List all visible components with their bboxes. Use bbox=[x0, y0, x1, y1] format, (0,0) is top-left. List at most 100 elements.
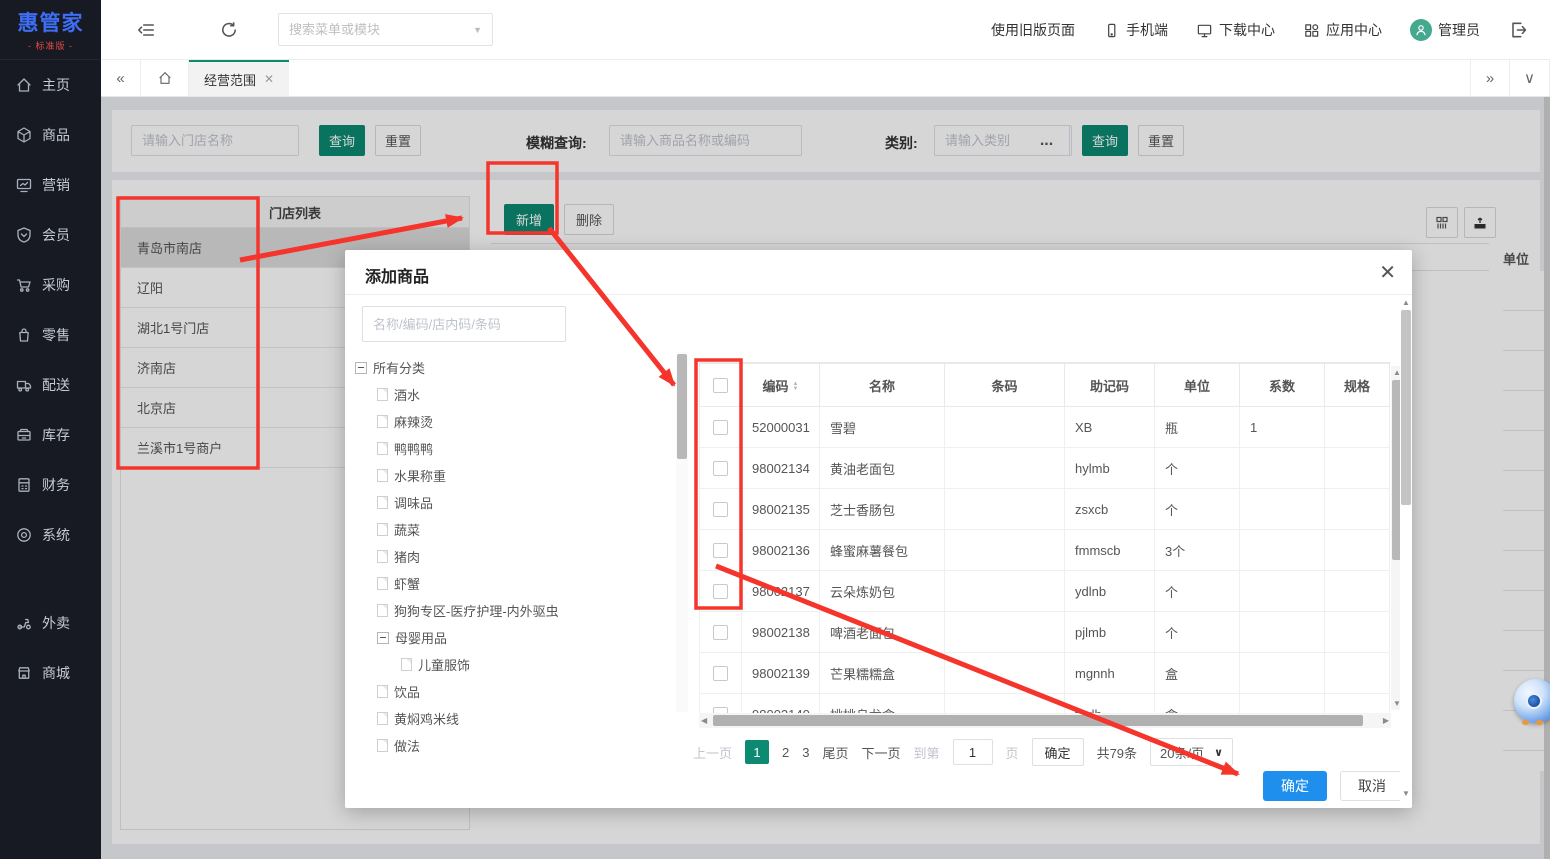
prev-page-button[interactable]: 上一页 bbox=[693, 743, 732, 762]
scrollbar-thumb[interactable] bbox=[1401, 310, 1411, 505]
goto-page-input[interactable] bbox=[952, 739, 993, 765]
page-size-select[interactable]: 20条/页 ∨ bbox=[1150, 738, 1234, 766]
row-checkbox[interactable] bbox=[713, 625, 728, 641]
tree-node[interactable]: 狗狗专区-医疗护理-内外驱虫 bbox=[355, 597, 675, 624]
scrollbar-thumb[interactable] bbox=[713, 715, 1363, 726]
product-table: 编码 ▲ ▼ 名称 条码 助记码 单位 系数 规格 52000031 雪碧 XB 瓶 1 bbox=[699, 363, 1390, 713]
tree-node[interactable]: 酒水 bbox=[355, 381, 675, 408]
product-search-box bbox=[362, 306, 566, 342]
tree-node-expandable[interactable]: 母婴用品 bbox=[355, 624, 675, 651]
row-checkbox[interactable] bbox=[713, 666, 728, 682]
app-center-link[interactable]: 应用中心 bbox=[1303, 20, 1382, 40]
sidebar-item-label: 会员 bbox=[42, 227, 70, 243]
row-checkbox[interactable] bbox=[713, 584, 728, 600]
menu-search-box[interactable]: ▼ bbox=[278, 13, 493, 46]
row-checkbox[interactable] bbox=[713, 461, 728, 477]
legacy-page-link[interactable]: 使用旧版页面 bbox=[991, 20, 1075, 40]
user-menu[interactable]: 管理员 bbox=[1410, 19, 1480, 41]
tab-business-scope[interactable]: 经营范围 ✕ bbox=[189, 60, 289, 96]
sidebar-item-retail[interactable]: 零售 bbox=[0, 310, 101, 360]
tree-node[interactable]: 猪肉 bbox=[355, 543, 675, 570]
product-row[interactable]: 52000031 雪碧 XB 瓶 1 bbox=[699, 406, 1390, 448]
product-row[interactable]: 98002137 云朵炼奶包 ydlnb 个 bbox=[699, 570, 1390, 612]
collapse-icon[interactable] bbox=[377, 631, 389, 644]
sort-icon[interactable]: ▲ ▼ bbox=[793, 381, 799, 392]
modal-cancel-button[interactable]: 取消 bbox=[1340, 771, 1404, 801]
mobile-link[interactable]: 手机端 bbox=[1103, 20, 1168, 40]
product-search-input[interactable] bbox=[362, 306, 566, 342]
tree-scrollbar[interactable] bbox=[676, 352, 688, 712]
sidebar-item-member[interactable]: 会员 bbox=[0, 210, 101, 260]
product-row[interactable]: 98002134 黄油老面包 hylmb 个 bbox=[699, 447, 1390, 489]
select-all-checkbox[interactable] bbox=[713, 378, 728, 394]
scroll-up-icon[interactable]: ▲ bbox=[1400, 298, 1412, 307]
sidebar-item-label: 商品 bbox=[42, 127, 70, 143]
tabs-scroll-right-icon[interactable]: » bbox=[1470, 60, 1510, 96]
col-header-code[interactable]: 编码 ▲ ▼ bbox=[741, 363, 820, 407]
scroll-left-icon[interactable]: ◀ bbox=[701, 716, 707, 725]
file-icon bbox=[377, 739, 388, 752]
sidebar-item-inventory[interactable]: 库存 bbox=[0, 410, 101, 460]
product-row[interactable]: 98002136 蜂蜜麻薯餐包 fmmscb 3个 bbox=[699, 529, 1390, 571]
collapse-icon[interactable] bbox=[355, 361, 367, 374]
last-page-button[interactable]: 尾页 bbox=[822, 743, 848, 762]
page-1-button[interactable]: 1 bbox=[745, 740, 770, 764]
tree-node[interactable]: 虾蟹 bbox=[355, 570, 675, 597]
product-row[interactable]: 98002135 芝士香肠包 zsxcb 个 bbox=[699, 488, 1390, 530]
download-center-link[interactable]: 下载中心 bbox=[1196, 20, 1275, 40]
tree-node-root[interactable]: 所有分类 bbox=[355, 354, 675, 381]
assistant-orb-widget[interactable] bbox=[1514, 679, 1550, 725]
tabs-scroll-left-icon[interactable]: « bbox=[101, 60, 141, 96]
sidebar-item-home[interactable]: 主页 bbox=[0, 60, 101, 110]
modal-ok-button[interactable]: 确定 bbox=[1263, 771, 1327, 801]
modal-scrollbar[interactable]: ▲ ▼ bbox=[1400, 296, 1412, 802]
modal-close-icon[interactable]: ✕ bbox=[1379, 260, 1396, 285]
col-header-name: 名称 bbox=[819, 363, 945, 407]
table-hscrollbar[interactable]: ◀ ▶ bbox=[699, 713, 1391, 728]
tab-home[interactable] bbox=[141, 60, 189, 96]
mobile-label: 手机端 bbox=[1126, 22, 1168, 38]
sidebar-item-finance[interactable]: 财务 bbox=[0, 460, 101, 510]
scrollbar-thumb[interactable] bbox=[677, 354, 687, 459]
sidebar-item-system[interactable]: 系统 bbox=[0, 510, 101, 560]
row-checkbox[interactable] bbox=[713, 502, 728, 518]
file-icon bbox=[377, 388, 388, 401]
tree-node[interactable]: 水果称重 bbox=[355, 462, 675, 489]
tree-node-child[interactable]: 儿童服饰 bbox=[355, 651, 675, 678]
sidebar-item-marketing[interactable]: 营销 bbox=[0, 160, 101, 210]
menu-search-input[interactable] bbox=[289, 22, 474, 37]
product-row[interactable]: 98002138 啤酒老面包 pjlmb 个 bbox=[699, 611, 1390, 653]
tree-node[interactable]: 鸭鸭鸭 bbox=[355, 435, 675, 462]
marketing-icon bbox=[16, 178, 32, 193]
refresh-icon[interactable] bbox=[219, 20, 239, 40]
tree-node[interactable]: 调味品 bbox=[355, 489, 675, 516]
scroll-right-icon[interactable]: ▶ bbox=[1383, 716, 1389, 725]
row-checkbox[interactable] bbox=[713, 420, 728, 436]
tree-node[interactable]: 蔬菜 bbox=[355, 516, 675, 543]
sidebar-item-goods[interactable]: 商品 bbox=[0, 110, 101, 160]
sidebar-item-takeout[interactable]: 外卖 bbox=[0, 598, 101, 648]
tree-node[interactable]: 做法 bbox=[355, 732, 675, 759]
goto-confirm-button[interactable]: 确定 bbox=[1031, 738, 1084, 766]
page-3-button[interactable]: 3 bbox=[802, 745, 809, 760]
sidebar-item-delivery[interactable]: 配送 bbox=[0, 360, 101, 410]
sidebar-item-purchase[interactable]: 采购 bbox=[0, 260, 101, 310]
sidebar-item-mall[interactable]: 商城 bbox=[0, 648, 101, 698]
page-2-button[interactable]: 2 bbox=[782, 745, 789, 760]
close-tab-icon[interactable]: ✕ bbox=[264, 72, 274, 86]
tree-node[interactable]: 黄焖鸡米线 bbox=[355, 705, 675, 732]
row-checkbox[interactable] bbox=[713, 543, 728, 559]
scroll-down-icon[interactable]: ▼ bbox=[1400, 789, 1412, 798]
tree-node[interactable]: 麻辣烫 bbox=[355, 408, 675, 435]
home-icon bbox=[158, 71, 171, 84]
product-row-clipped[interactable]: 98002140桃桃乌龙盒ttwlh盒 bbox=[699, 693, 1390, 713]
product-row[interactable]: 98002139 芒果糯糯盒 mgnnh 盒 bbox=[699, 652, 1390, 694]
tree-node[interactable]: 饮品 bbox=[355, 678, 675, 705]
file-icon bbox=[377, 496, 388, 509]
next-page-button[interactable]: 下一页 bbox=[862, 743, 901, 762]
logout-icon[interactable] bbox=[1508, 20, 1528, 40]
caret-down-icon[interactable]: ▼ bbox=[473, 25, 482, 35]
tabs-menu-icon[interactable]: ∨ bbox=[1510, 60, 1550, 96]
collapse-menu-icon[interactable] bbox=[136, 20, 156, 40]
col-header-mnemonic: 助记码 bbox=[1064, 363, 1155, 407]
